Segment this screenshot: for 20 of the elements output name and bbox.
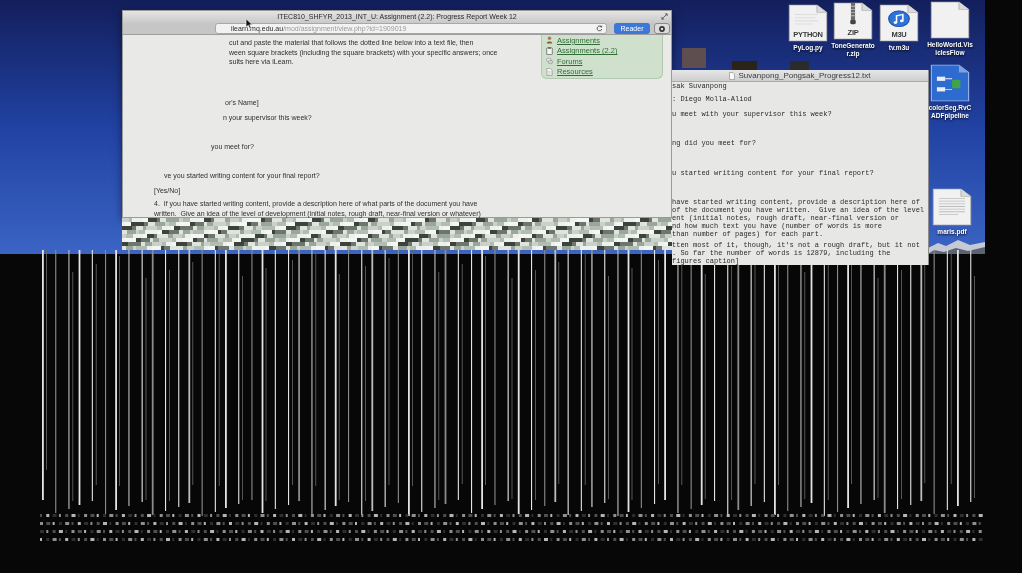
photo-thumbnail-placeholder xyxy=(790,61,809,70)
window-title: Suvanpong_Pongsak_Progress12.txt xyxy=(738,70,871,81)
person-icon xyxy=(546,36,553,45)
blank-file-icon[interactable] xyxy=(930,1,970,39)
document-icon[interactable] xyxy=(788,4,828,42)
document-icon xyxy=(546,67,553,76)
resize-icon[interactable] xyxy=(661,13,668,20)
ring-icon xyxy=(659,25,665,32)
mountain-drawing xyxy=(928,240,985,254)
document-icon[interactable] xyxy=(932,188,972,226)
zip-file-icon[interactable] xyxy=(833,2,873,40)
photo-thumbnail-placeholder xyxy=(732,61,757,70)
music-file-icon[interactable] xyxy=(879,4,919,42)
diagram-file-icon[interactable] xyxy=(930,64,970,102)
toolbar-button[interactable] xyxy=(654,23,670,34)
photo-thumbnail-placeholder xyxy=(682,48,706,68)
reload-icon[interactable] xyxy=(596,25,603,32)
clipboard-icon xyxy=(546,46,553,55)
speech-bubbles-icon xyxy=(546,57,553,66)
document-icon xyxy=(729,71,736,80)
